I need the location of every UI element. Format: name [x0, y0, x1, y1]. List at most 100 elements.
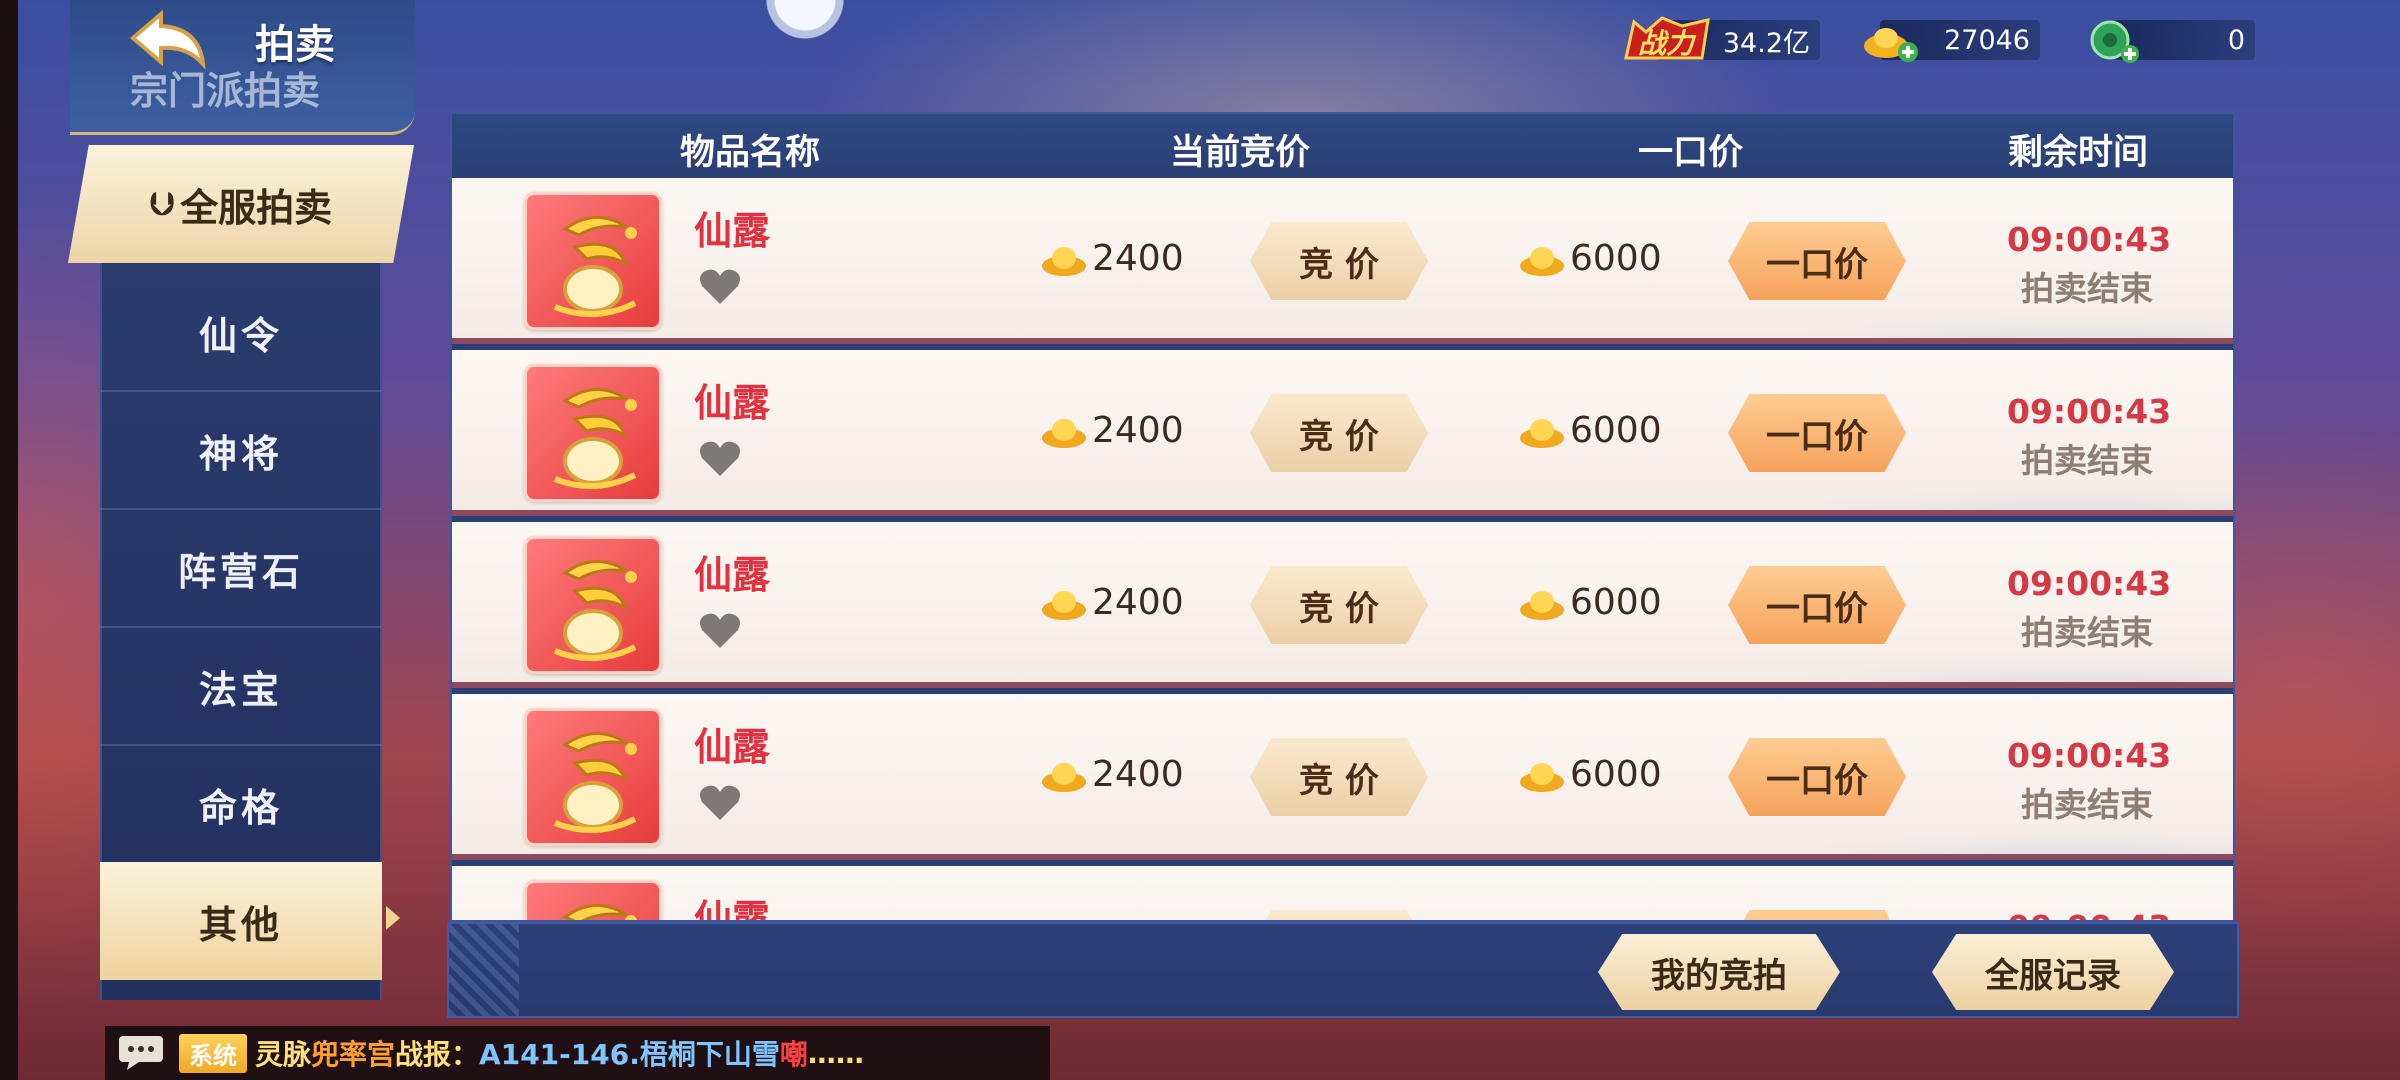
time-remaining: 09:00:43 — [2007, 908, 2171, 920]
chevron-down-icon: ⮋ — [149, 184, 175, 223]
table-row: 仙露 2400 竞 价 6000 一口价 09:00:43 拍卖结束 — [452, 694, 2233, 860]
buyout-value: 6000 — [1570, 238, 1662, 279]
sidebar-parent-label: 全服拍卖 — [180, 185, 333, 230]
item-icon[interactable] — [524, 192, 662, 330]
item-icon[interactable] — [524, 880, 662, 920]
buyout-value: 6000 — [1570, 582, 1662, 623]
item-icon[interactable] — [524, 364, 662, 502]
col-header-buyout: 一口价 — [1638, 133, 1744, 173]
power-label: 战力 — [1638, 27, 1695, 60]
sidebar-item-zhenyingshi[interactable]: 阵营石 — [100, 510, 382, 628]
item-name: 仙露 — [694, 553, 771, 597]
current-bid-value: 2400 — [1092, 582, 1184, 623]
current-bid-price: 2400 — [1040, 754, 1184, 795]
chat-text: 战报： — [395, 1038, 480, 1071]
sidebar-item-label: 仙令 — [198, 313, 283, 358]
time-remaining: 09:00:43 — [2007, 564, 2172, 603]
current-bid-price: 2400 — [1040, 410, 1184, 451]
bid-button[interactable]: 竞 价 — [1250, 910, 1428, 920]
chat-channel-tag: 系统 — [179, 1033, 247, 1073]
buyout-button[interactable]: 一口价 — [1728, 566, 1906, 644]
auction-status: 拍卖结束 — [2021, 613, 2153, 652]
time-remaining: 09:00:43 — [2007, 220, 2172, 259]
buyout-button[interactable]: 一口价 — [1728, 222, 1906, 300]
sidebar-parent-server-auction[interactable]: ⮋ 全服拍卖 — [68, 145, 414, 263]
favorite-heart-icon[interactable] — [698, 438, 742, 478]
item-name: 仙露 — [694, 897, 771, 920]
auction-status: 拍卖结束 — [2021, 269, 2153, 308]
chat-bubble-icon[interactable] — [117, 1034, 165, 1072]
col-header-current-bid: 当前竞价 — [1170, 133, 1311, 173]
auction-status: 拍卖结束 — [2021, 441, 2153, 480]
server-records-button[interactable]: 全服记录 — [1932, 934, 2174, 1010]
bid-button[interactable]: 竞 价 — [1250, 738, 1428, 816]
moon-ornament-icon — [760, 0, 850, 40]
sidebar-item-label: 法宝 — [198, 667, 283, 712]
screen-edge — [0, 0, 18, 1080]
auction-list[interactable]: 仙露 2400 竞 价 6000 一口价 09:00:43 拍卖结束 仙露 24… — [452, 178, 2233, 920]
dew-bottle-icon — [553, 732, 637, 834]
chat-text: 灵脉 — [255, 1038, 312, 1071]
buyout-value: 6000 — [1570, 754, 1662, 795]
active-indicator-arrow-icon — [386, 906, 400, 930]
col-header-time-left: 剩余时间 — [2008, 133, 2149, 173]
buyout-price: 6000 — [1518, 582, 1662, 623]
dew-bottle-icon — [553, 560, 637, 662]
bid-button[interactable]: 竞 价 — [1250, 222, 1428, 300]
buyout-price: 6000 — [1518, 238, 1662, 279]
table-row: 仙露 2400 竞 价 6000 一口价 09:00:43 拍卖结束 — [452, 350, 2233, 516]
bid-button[interactable]: 竞 价 — [1250, 566, 1428, 644]
sidebar-item-mingge[interactable]: 命格 — [100, 746, 382, 864]
gold-ingot-icon — [1520, 762, 1564, 792]
bar-decoration — [449, 924, 519, 1016]
gold-ingot-icon — [1042, 762, 1086, 792]
jade-value: 0 — [2227, 24, 2245, 56]
time-remaining: 09:00:43 — [2007, 736, 2172, 775]
chat-text: 兜率宫 — [311, 1038, 396, 1071]
item-icon[interactable] — [524, 536, 662, 674]
buyout-value: 6000 — [1570, 410, 1662, 451]
current-bid-value: 2400 — [1092, 410, 1184, 451]
sidebar-item-xianling[interactable]: 仙令 — [100, 274, 382, 392]
my-bids-button[interactable]: 我的竞拍 — [1598, 934, 1840, 1010]
buyout-price: 6000 — [1518, 410, 1662, 451]
sidebar-item-other[interactable]: 其他 — [100, 862, 382, 980]
sidebar-item-shenjiang[interactable]: 神将 — [100, 392, 382, 510]
power-badge: 战力 — [1622, 14, 1712, 64]
gold-ingot-icon — [1042, 590, 1086, 620]
system-chat-ticker[interactable]: 系统 灵脉 兜率宫 战报： A141-146.梧桐下山雪 嘲 …… — [105, 1026, 1050, 1080]
gold-ingot-icon — [1042, 418, 1086, 448]
gold-ingot-icon — [1520, 590, 1564, 620]
current-bid-price: 2400 — [1040, 238, 1184, 279]
favorite-heart-icon[interactable] — [698, 782, 742, 822]
table-row: 仙露 2400 竞 价 6000 一口价 09:00:43 拍卖结束 — [452, 522, 2233, 688]
buyout-button[interactable]: 一口价 — [1728, 910, 1906, 920]
favorite-heart-icon[interactable] — [698, 266, 742, 306]
table-row: 仙露 2400 竞 价 6000 一口价 09:00:43 拍卖结束 — [452, 178, 2233, 344]
sidebar-item-fabao[interactable]: 法宝 — [100, 628, 382, 746]
chat-text: …… — [807, 1036, 864, 1070]
sidebar-item-label: 神将 — [198, 431, 283, 476]
bid-button[interactable]: 竞 价 — [1250, 394, 1428, 472]
favorite-heart-icon[interactable] — [698, 610, 742, 650]
chat-text: A141-146.梧桐下山雪 — [479, 1038, 780, 1071]
auction-status: 拍卖结束 — [2021, 785, 2153, 824]
tab-sect-auction[interactable]: 宗门派拍卖 — [130, 60, 320, 115]
time-remaining: 09:00:43 — [2007, 392, 2172, 431]
chat-text: 嘲 — [779, 1038, 808, 1071]
buyout-price: 6000 — [1518, 754, 1662, 795]
table-header: 物品名称 当前竞价 一口价 剩余时间 — [452, 114, 2233, 176]
dew-bottle-icon — [561, 904, 637, 920]
item-icon[interactable] — [524, 708, 662, 846]
current-bid-price: 2400 — [1040, 582, 1184, 623]
sidebar-item-label: 其他 — [198, 902, 283, 947]
gold-ingot-add-icon[interactable] — [1862, 18, 1918, 64]
item-name: 仙露 — [694, 209, 771, 253]
table-row: 仙露 2400 竞 价 6000 一口价 09:00:43 拍卖结束 — [452, 866, 2233, 920]
jade-add-icon[interactable] — [2088, 16, 2140, 66]
power-value: 34.2亿 — [1722, 27, 1810, 59]
buyout-button[interactable]: 一口价 — [1728, 394, 1906, 472]
item-name: 仙露 — [694, 725, 771, 769]
buyout-button[interactable]: 一口价 — [1728, 738, 1906, 816]
item-name: 仙露 — [694, 381, 771, 425]
